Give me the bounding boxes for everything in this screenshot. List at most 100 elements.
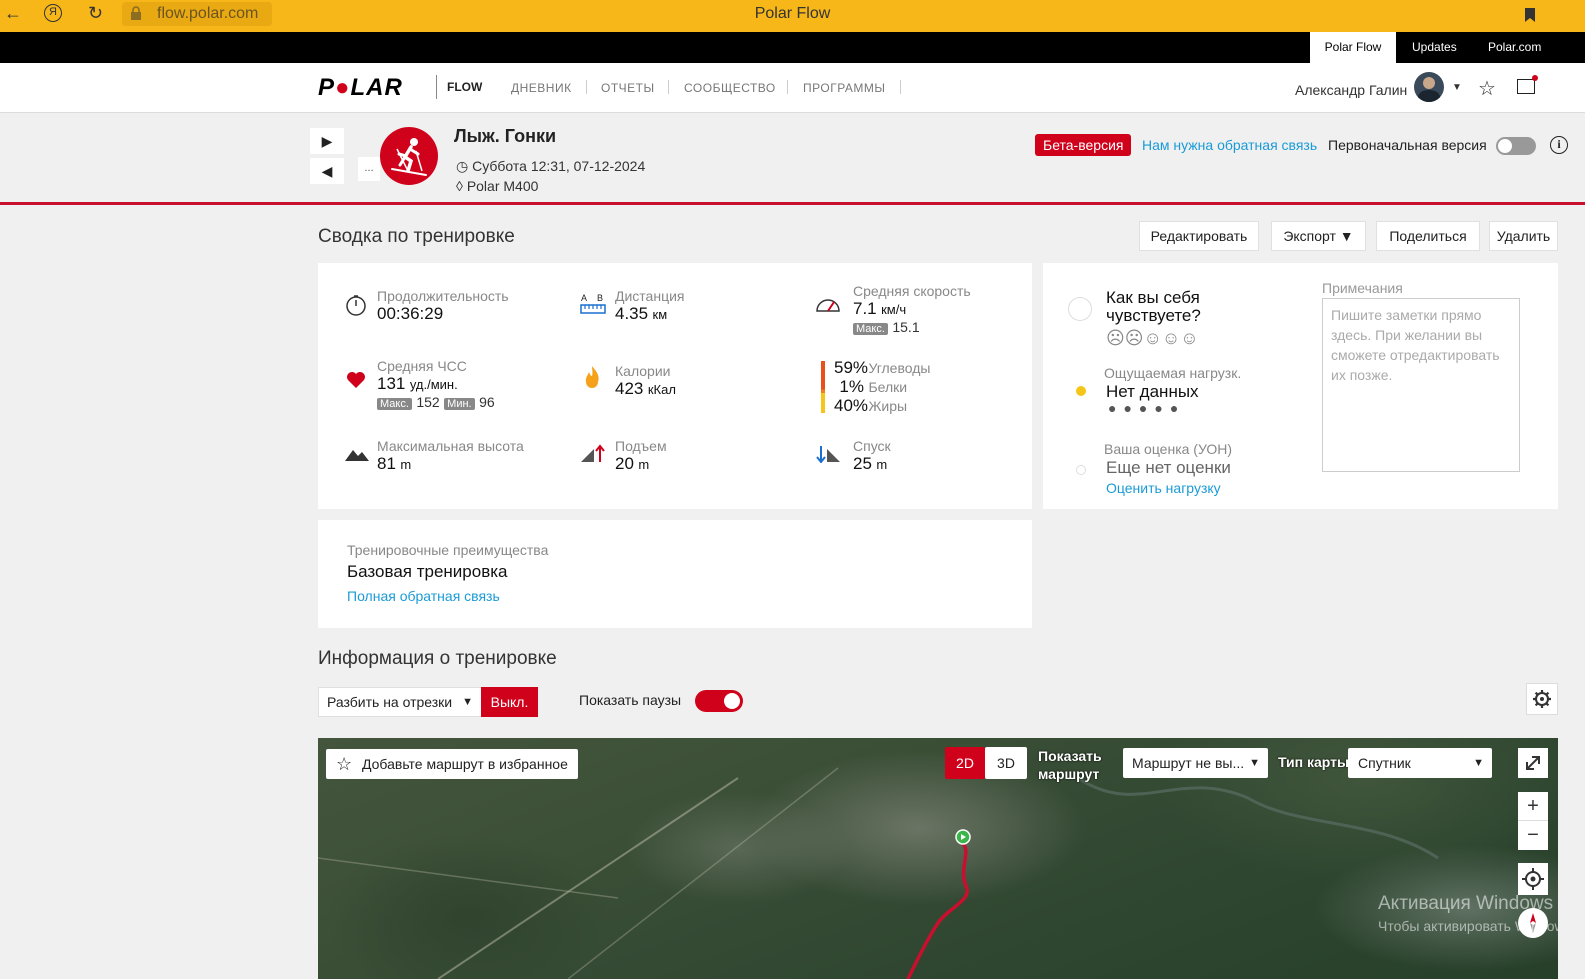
export-button[interactable]: Экспорт ▼ [1271,221,1366,251]
nutrition-metric: 59% Углеводы 1% Белки 40% Жиры [834,358,931,415]
zoom-in-button[interactable]: + [1518,792,1548,821]
speedometer-icon [816,299,840,312]
notes-textarea[interactable]: Пишите заметки прямо здесь. При желании … [1322,298,1520,472]
top-bar: Polar Flow Updates Polar.com [0,32,1585,63]
route-select[interactable]: Маршрут не вы... ▼ [1123,748,1268,778]
bookmark-icon[interactable] [1524,7,1536,23]
nav-programs[interactable]: ПРОГРАММЫ [803,81,886,95]
nutrition-bar [821,361,825,413]
flame-icon [585,366,599,388]
device-icon: ◊ [456,178,467,194]
map-type-select[interactable]: Спутник ▼ [1348,748,1492,778]
star-icon: ☆ [336,754,353,774]
nav-community[interactable]: СООБЩЕСТВО [684,81,776,95]
prev-session-button[interactable]: ◀ [310,158,344,184]
avg-speed-metric: Средняя скорость 7.1 км/ч Макс. 15.1 [853,283,971,335]
original-version-label: Первоначальная версия [1328,137,1487,153]
map-2d-button[interactable]: 2D [945,747,985,779]
split-off-button[interactable]: Выкл. [481,687,538,717]
zoom-out-button[interactable]: − [1518,821,1548,850]
notes-label: Примечания [1322,280,1403,296]
descent-icon [816,446,840,463]
max-altitude-metric: Максимальная высота 81 m [377,438,524,473]
show-pauses-label: Показать паузы [579,692,682,708]
svg-text:A: A [581,293,587,303]
windows-watermark-subtitle: Чтобы активировать Windows [1378,918,1558,934]
browser-title: Polar Flow [754,5,831,22]
more-button[interactable]: ... [358,157,380,181]
distance-icon: AB [580,293,606,314]
smiley-rating[interactable]: ☹☹☺☺☺ [1106,328,1199,349]
session-date: ◷ Суббота 12:31, 07-12-2024 [456,158,646,174]
next-session-button[interactable]: ▶ [310,128,344,154]
session-title: Лыж. Гонки [454,126,557,146]
browser-bar: ← Я ↻ flow.polar.com Polar Flow [0,0,1585,32]
summary-title: Сводка по тренировке [318,226,515,247]
topbar-updates[interactable]: Updates [1412,40,1457,54]
original-version-toggle[interactable] [1496,137,1536,155]
metrics-card: Продолжительность 00:36:29 AB Дистанция … [318,263,1032,509]
svg-text:B: B [597,293,603,303]
session-device: ◊ Polar M400 [456,178,539,194]
edit-button[interactable]: Редактировать [1139,221,1259,251]
smiley-placeholder-icon [1068,297,1092,321]
benefit-value: Базовая тренировка [347,562,508,581]
star-icon[interactable]: ☆ [1478,76,1496,101]
nav-diary[interactable]: ДНЕВНИК [511,81,572,95]
beta-badge: Бета-версия [1035,134,1132,156]
main-nav: P●LAR FLOW ДНЕВНИК ОТЧЕТЫ СООБЩЕСТВО ПРО… [0,63,1585,113]
duration-metric: Продолжительность 00:36:29 [377,288,509,323]
full-feedback-link[interactable]: Полная обратная связь [347,588,500,604]
heart-icon [347,372,365,388]
descent-metric: Спуск 25 m [853,438,891,473]
show-pauses-toggle[interactable] [695,690,743,712]
polar-logo[interactable]: P●LAR [318,74,403,102]
perceived-load-dots: ●●●●● [1108,400,1186,416]
windows-watermark-title: Активация Windows [1378,893,1554,914]
username[interactable]: Александр Галин [1295,82,1407,98]
share-button[interactable]: Поделиться [1376,221,1480,251]
stopwatch-icon [346,295,366,316]
mountain-icon [345,450,369,461]
benefit-label: Тренировочные преимущества [347,542,549,558]
ascent-icon [581,444,605,462]
perceived-load-indicator [1076,386,1086,396]
add-favorite-route-button[interactable]: ☆ Добавьте маршрут в избранное [326,749,578,779]
avg-hr-metric: Средняя ЧСС 131 уд./мин. Макс. 152 Мин. … [377,358,495,410]
session-header: ▶ ◀ ... Лыж. Гонки ◷ Суббота 12:31, 07-1… [0,113,1585,205]
chevron-down-icon: ▼ [462,696,473,708]
perceived-load-value: Нет данных [1106,382,1199,401]
delete-button[interactable]: Удалить [1489,221,1558,251]
fullscreen-icon[interactable] [1518,748,1548,778]
benefit-card: Тренировочные преимущества Базовая трени… [318,520,1032,628]
feedback-link[interactable]: Нам нужна обратная связь [1142,137,1317,153]
map-type-label: Тип карты [1278,754,1349,770]
skiing-icon [380,127,438,185]
message-icon[interactable] [1517,75,1538,94]
perceived-load-label: Ощущаемая нагрузк. [1104,365,1242,381]
rpe-value: Еще нет оценки [1106,458,1231,477]
info-icon[interactable]: i [1550,136,1568,154]
topbar-polar-flow[interactable]: Polar Flow [1310,32,1396,63]
feeling-question: Как вы себя чувствуете? [1106,288,1201,325]
ascent-metric: Подъем 20 m [615,438,667,473]
show-route-label: Показать маршрут [1038,748,1102,782]
topbar-polar-com[interactable]: Polar.com [1488,40,1541,54]
distance-metric: Дистанция 4.35 км [615,288,685,323]
avatar[interactable] [1414,72,1444,102]
map-3d-button[interactable]: 3D [985,747,1027,779]
clock-icon: ◷ [456,158,473,174]
chevron-down-icon: ▼ [1473,757,1484,769]
calories-metric: Калории 423 кКал [615,363,676,398]
route-map[interactable]: ☆ Добавьте маршрут в избранное 2D 3D Пок… [318,738,1558,979]
locate-icon[interactable] [1518,863,1548,895]
details-title: Информация о тренировке [318,648,557,669]
chevron-down-icon: ▼ [1249,757,1260,769]
rate-load-link[interactable]: Оценить нагрузку [1106,480,1221,496]
gear-icon[interactable] [1526,683,1558,715]
split-select[interactable]: Разбить на отрезки ▼ [318,687,482,717]
chevron-down-icon[interactable]: ▼ [1452,82,1462,93]
flow-label: FLOW [436,75,482,99]
rpe-indicator [1076,465,1086,475]
nav-reports[interactable]: ОТЧЕТЫ [601,81,655,95]
